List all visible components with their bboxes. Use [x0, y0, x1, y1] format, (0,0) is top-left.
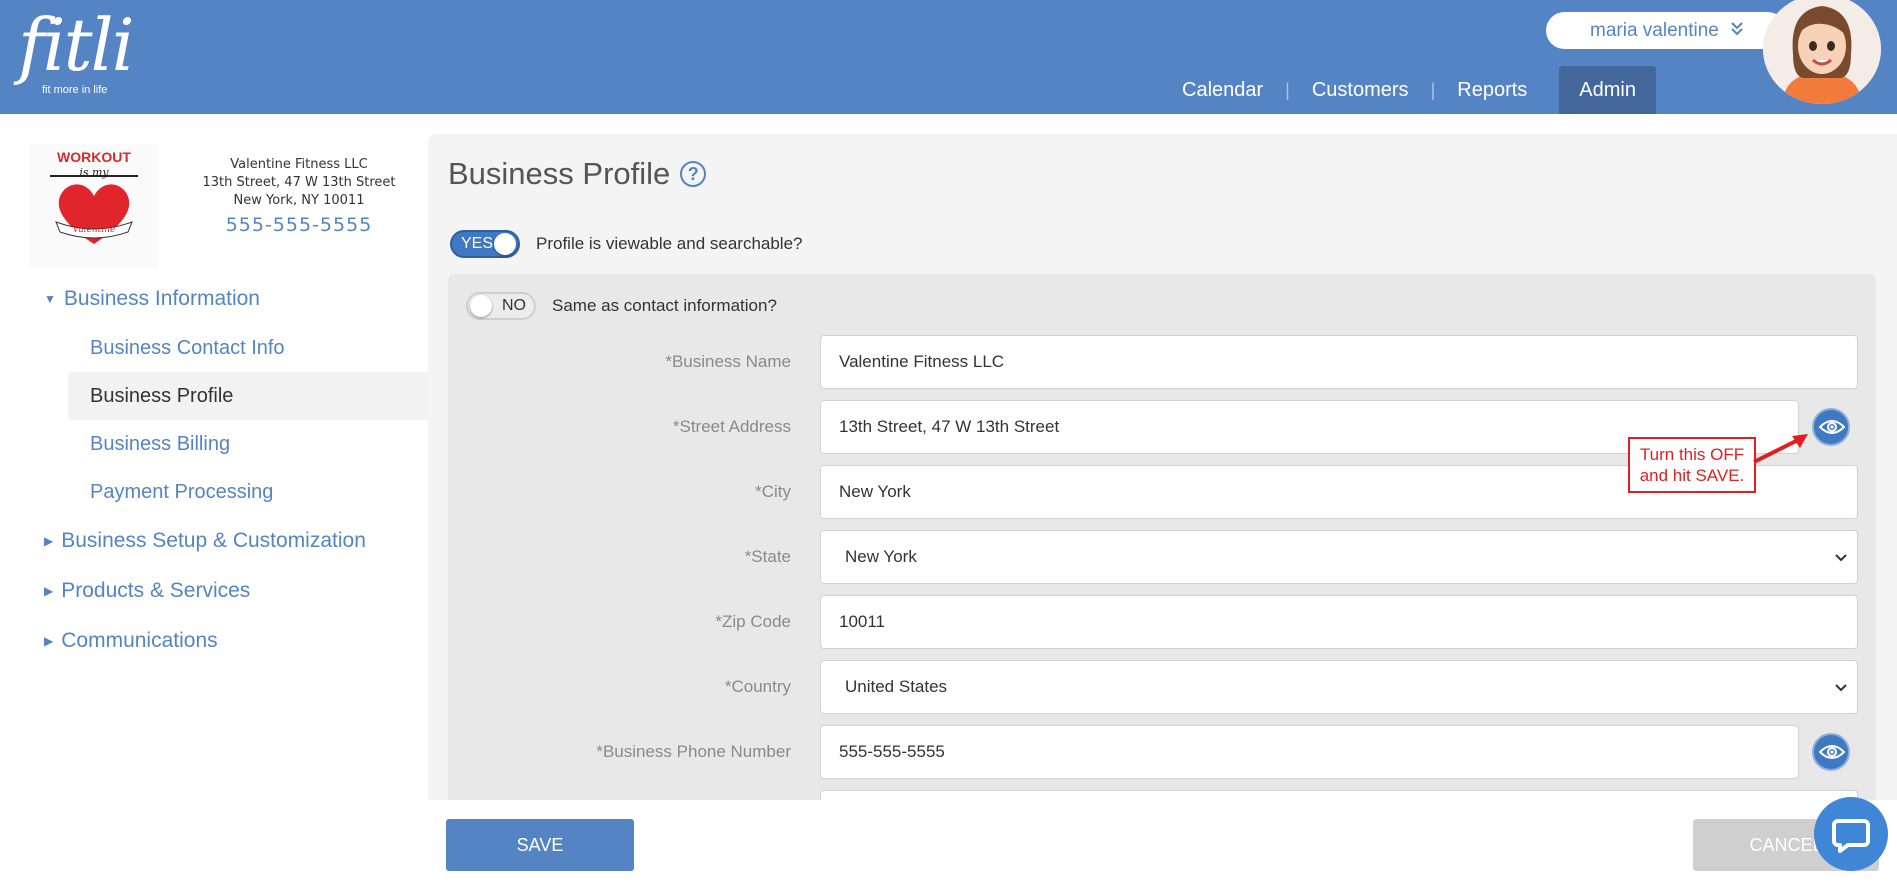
same-as-contact-label: Same as contact information? — [552, 296, 777, 315]
toggle-state: YES — [461, 235, 494, 252]
profile-visibility-row: YES Profile is viewable and searchable? — [450, 230, 803, 258]
same-as-contact-row: NO Same as contact information? — [466, 292, 777, 320]
field-label: *Zip Code — [715, 612, 791, 631]
field-label: *Business Phone Number — [596, 742, 791, 761]
caret-right-icon: ▶ — [44, 634, 54, 648]
business-summary: Valentine Fitness LLC 13th Street, 47 W … — [190, 156, 408, 236]
field-country: *Country United States — [448, 660, 1876, 714]
field-zip: *Zip Code 10011 — [448, 595, 1876, 649]
menu-payment-processing[interactable]: Payment Processing — [0, 468, 428, 516]
field-business-name: *Business Name Valentine Fitness LLC — [448, 335, 1876, 389]
callout-line: and hit SAVE. — [1639, 466, 1745, 485]
nav-admin[interactable]: Admin — [1559, 66, 1656, 114]
page-title: Business Profile ? — [448, 156, 707, 192]
fitli-logo[interactable]: fitli fit more in life — [18, 3, 135, 96]
country-select[interactable]: United States — [820, 660, 1858, 714]
menu-business-setup[interactable]: ▶ Business Setup & Customization — [0, 516, 428, 566]
address-panel: NO Same as contact information? *Busines… — [448, 274, 1876, 820]
page-title-text: Business Profile — [448, 156, 671, 191]
profile-visibility-toggle[interactable]: YES — [450, 230, 520, 258]
logo-line-is-my: is my — [79, 166, 109, 179]
phone-visibility-button[interactable] — [1812, 733, 1850, 771]
instruction-callout: Turn this OFF and hit SAVE. — [1628, 437, 1756, 493]
menu-section-label: Products & Services — [61, 579, 251, 602]
callout-arrow-icon — [1753, 434, 1808, 464]
caret-right-icon: ▶ — [44, 584, 54, 598]
chevron-down-icon — [1731, 22, 1743, 39]
business-phone: 555-555-5555 — [225, 214, 373, 236]
avatar[interactable] — [1763, 0, 1881, 104]
menu-business-contact-info[interactable]: Business Contact Info — [0, 324, 428, 372]
logo-word: fitli — [18, 3, 135, 87]
menu-section-label: Communications — [61, 629, 218, 652]
field-label: *Country — [724, 677, 791, 696]
nav-reports[interactable]: Reports — [1435, 66, 1549, 114]
form-footer: SAVE CANCEL — [428, 800, 1897, 887]
chevron-down-icon — [1835, 661, 1847, 713]
business-street: 13th Street, 47 W 13th Street — [202, 175, 396, 190]
chevron-down-icon — [1835, 531, 1847, 583]
field-label: *City — [755, 482, 791, 501]
save-button[interactable]: SAVE — [446, 819, 634, 871]
country-select-value: United States — [845, 677, 948, 696]
eye-icon — [1819, 745, 1845, 759]
zip-input[interactable]: 10011 — [820, 595, 1858, 649]
user-name: maria valentine — [1590, 19, 1719, 41]
sidebar: WORKOUT is my Valentine Valentine Fitnes… — [0, 114, 428, 887]
logo-line-valentine: Valentine — [73, 225, 116, 235]
main-nav: Calendar | Customers | Reports Admin — [1160, 66, 1656, 114]
business-logo: WORKOUT is my Valentine — [30, 144, 158, 268]
field-label: *Street Address — [672, 417, 791, 436]
profile-visibility-label: Profile is viewable and searchable? — [536, 234, 803, 253]
business-name: Valentine Fitness LLC — [230, 157, 368, 172]
state-select[interactable]: New York — [820, 530, 1858, 584]
menu-section-label: Business Setup & Customization — [61, 529, 366, 552]
business-phone-input[interactable]: 555-555-5555 — [820, 725, 1799, 779]
menu-business-billing[interactable]: Business Billing — [0, 420, 428, 468]
toggle-knob — [494, 233, 516, 255]
chat-icon — [1832, 819, 1870, 853]
caret-right-icon: ▶ — [44, 534, 54, 548]
field-label: *State — [744, 547, 791, 566]
nav-calendar[interactable]: Calendar — [1160, 66, 1285, 114]
street-visibility-button[interactable] — [1812, 408, 1850, 446]
callout-line: Turn this OFF — [1639, 445, 1745, 464]
toggle-knob — [470, 295, 492, 317]
field-business-phone: *Business Phone Number 555-555-5555 — [448, 725, 1876, 779]
menu-communications[interactable]: ▶ Communications — [0, 616, 428, 666]
chat-button[interactable] — [1814, 797, 1888, 871]
business-city-line: New York, NY 10011 — [233, 193, 365, 208]
app-header: fitli fit more in life maria valentine C… — [0, 0, 1897, 114]
logo-tagline: fit more in life — [42, 84, 108, 96]
user-menu[interactable]: maria valentine — [1546, 12, 1786, 49]
menu-business-profile[interactable]: Business Profile — [68, 372, 428, 420]
logo-line-workout: WORKOUT — [57, 149, 131, 165]
eye-icon — [1819, 420, 1845, 434]
state-select-value: New York — [845, 547, 917, 566]
same-as-contact-toggle[interactable]: NO — [466, 292, 536, 320]
field-state: *State New York — [448, 530, 1876, 584]
toggle-state: NO — [502, 297, 526, 314]
menu-section-label: Business Information — [63, 287, 260, 310]
admin-menu: ▼ Business Information Business Contact … — [0, 274, 428, 666]
help-icon[interactable]: ? — [680, 161, 707, 187]
menu-business-information[interactable]: ▼ Business Information — [0, 274, 428, 324]
caret-down-icon: ▼ — [44, 292, 56, 306]
field-label: *Business Name — [665, 352, 791, 371]
nav-customers[interactable]: Customers — [1290, 66, 1431, 114]
menu-products-services[interactable]: ▶ Products & Services — [0, 566, 428, 616]
business-name-input[interactable]: Valentine Fitness LLC — [820, 335, 1858, 389]
